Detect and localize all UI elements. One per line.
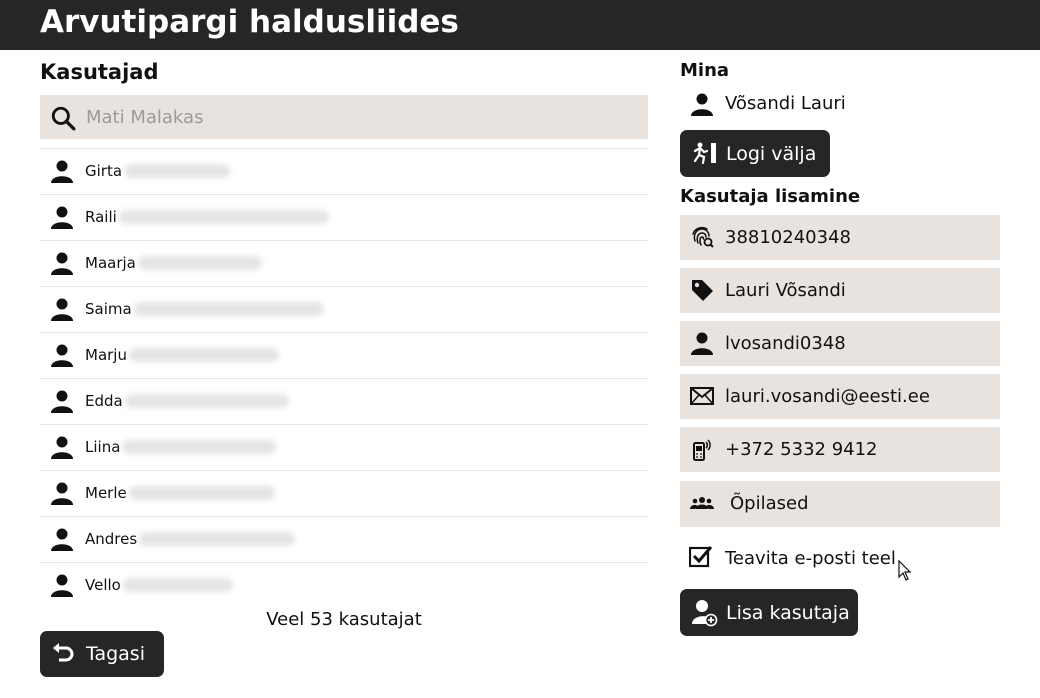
- email-value: lauri.vosandi@eesti.ee: [725, 386, 930, 407]
- tag-icon: [692, 280, 713, 301]
- logout-button-label: Logi välja: [726, 143, 817, 165]
- app-title: Arvutipargi haldusliides: [40, 4, 459, 40]
- user-details-redacted: [124, 164, 230, 178]
- search-icon: [51, 106, 76, 131]
- user-name: Merle: [85, 484, 127, 502]
- person-icon: [51, 252, 73, 275]
- add-user-button-label: Lisa kasutaja: [726, 602, 850, 624]
- user-list-item[interactable]: Vello: [40, 562, 648, 608]
- username-value: lvosandi0348: [725, 333, 846, 354]
- mobile-phone-icon: [693, 439, 711, 461]
- email-field[interactable]: lauri.vosandi@eesti.ee: [680, 374, 1000, 419]
- mouse-cursor-icon: [898, 560, 912, 581]
- current-user-name: Võsandi Lauri: [725, 93, 846, 114]
- group-value: Õpilased: [730, 493, 809, 514]
- user-name: Saima: [85, 300, 132, 318]
- person-icon: [51, 528, 73, 551]
- notify-email-checkbox[interactable]: Teavita e-posti teel: [680, 540, 1000, 580]
- username-field[interactable]: lvosandi0348: [680, 321, 1000, 366]
- add-user-icon: [692, 600, 718, 627]
- user-name: Edda: [85, 392, 123, 410]
- person-icon: [51, 482, 73, 505]
- user-list-item[interactable]: Girta: [40, 148, 648, 194]
- group-icon: [690, 497, 714, 509]
- user-list-item[interactable]: Maarja: [40, 240, 648, 286]
- add-user-heading: Kasutaja lisamine: [680, 186, 861, 207]
- user-name: Girta: [85, 162, 123, 180]
- id-code-field[interactable]: 38810240348: [680, 215, 1000, 260]
- user-name: Andres: [85, 530, 138, 548]
- user-details-redacted: [123, 578, 233, 592]
- user-list-item[interactable]: Merle: [40, 470, 648, 516]
- user-details-redacted: [134, 302, 324, 316]
- search-input[interactable]: [86, 95, 636, 139]
- user-list-item[interactable]: Andres: [40, 516, 648, 562]
- person-icon: [51, 298, 73, 321]
- user-details-redacted: [129, 348, 279, 362]
- phone-value: +372 5332 9412: [725, 439, 878, 460]
- phone-field[interactable]: +372 5332 9412: [680, 427, 1000, 472]
- add-user-button[interactable]: Lisa kasutaja: [680, 589, 858, 636]
- back-button-label: Tagasi: [86, 643, 145, 665]
- person-icon: [51, 574, 73, 597]
- user-details-redacted: [122, 440, 276, 454]
- person-icon: [51, 206, 73, 229]
- full-name-value: Lauri Võsandi: [725, 280, 846, 301]
- search-box[interactable]: [40, 95, 648, 139]
- exit-run-icon: [693, 142, 716, 164]
- users-heading: Kasutajad: [40, 60, 159, 84]
- user-list-item[interactable]: Marju: [40, 332, 648, 378]
- person-icon: [51, 436, 73, 459]
- user-list-item[interactable]: Edda: [40, 378, 648, 424]
- user-list-item[interactable]: Raili: [40, 194, 648, 240]
- user-details-redacted: [129, 486, 275, 500]
- checkbox-checked-icon[interactable]: [689, 545, 713, 569]
- envelope-icon: [690, 387, 714, 405]
- person-icon: [691, 332, 713, 355]
- more-users-text: Veel 53 kasutajat: [266, 609, 422, 630]
- person-icon: [51, 390, 73, 413]
- top-bar: Arvutipargi haldusliides: [0, 0, 1040, 50]
- user-details-redacted: [138, 256, 262, 270]
- full-name-field[interactable]: Lauri Võsandi: [680, 268, 1000, 313]
- undo-arrow-icon: [53, 643, 74, 662]
- me-heading: Mina: [680, 60, 730, 81]
- group-field[interactable]: Õpilased: [680, 481, 1000, 527]
- person-icon: [691, 93, 713, 116]
- user-name: Liina: [85, 438, 121, 456]
- id-code-value: 38810240348: [725, 227, 851, 248]
- user-name: Maarja: [85, 254, 136, 272]
- person-icon: [51, 344, 73, 367]
- user-name: Marju: [85, 346, 127, 364]
- user-name: Raili: [85, 208, 117, 226]
- person-icon: [51, 160, 73, 183]
- fingerprint-icon: [692, 226, 714, 248]
- notify-email-label: Teavita e-posti teel: [725, 548, 896, 569]
- user-list-item[interactable]: Liina: [40, 424, 648, 470]
- user-name: Vello: [85, 576, 121, 594]
- back-button[interactable]: Tagasi: [40, 631, 164, 677]
- logout-button[interactable]: Logi välja: [680, 130, 830, 177]
- user-list-item[interactable]: Saima: [40, 286, 648, 332]
- user-details-redacted: [119, 210, 329, 224]
- user-details-redacted: [139, 532, 295, 546]
- user-list: Girta Raili Maarja Saima Marju Edda Liina Merle…: [40, 148, 648, 608]
- user-details-redacted: [125, 394, 289, 408]
